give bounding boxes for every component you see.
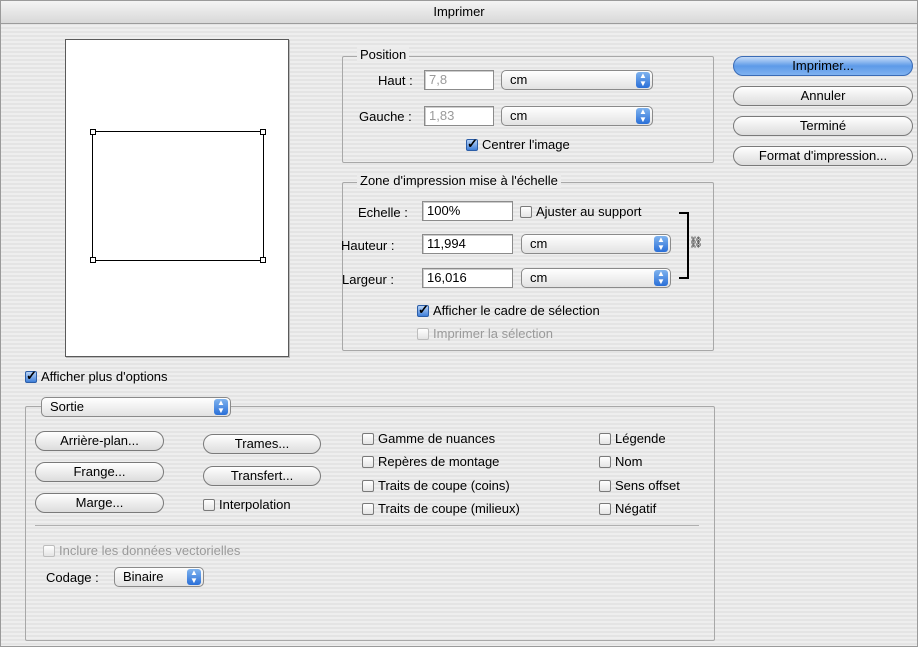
reperes-checkbox[interactable]: Repères de montage xyxy=(362,454,499,469)
divider xyxy=(35,525,699,526)
haut-field[interactable]: 7,8 xyxy=(424,70,494,90)
imprimer-selection-checkbox[interactable]: Imprimer la sélection xyxy=(417,326,553,341)
negatif-label: Négatif xyxy=(615,501,657,516)
checkbox-icon xyxy=(43,544,55,557)
largeur-field[interactable]: 16,016 xyxy=(422,268,513,288)
resize-handle[interactable] xyxy=(260,129,266,135)
echelle-label: Echelle : xyxy=(358,205,408,220)
checkbox-icon xyxy=(599,479,611,492)
traits-milieux-label: Traits de coupe (milieux) xyxy=(378,501,520,516)
resize-handle[interactable] xyxy=(260,257,266,263)
checkbox-icon xyxy=(362,455,374,468)
codage-value: Binaire xyxy=(123,569,164,584)
window-title: Imprimer xyxy=(1,1,917,24)
sortie-select[interactable]: Sortie ▲ ▼ xyxy=(41,397,231,417)
checkbox-icon xyxy=(203,498,215,511)
hauteur-unit-value: cm xyxy=(530,236,548,251)
termine-button[interactable]: Terminé xyxy=(733,116,913,136)
echelle-field[interactable]: 100% xyxy=(422,201,513,221)
checkbox-checked-icon xyxy=(466,136,478,152)
updown-arrows-icon: ▲ ▼ xyxy=(636,108,650,124)
zone-legend: Zone d'impression mise à l'échelle xyxy=(357,173,561,188)
updown-arrows-icon: ▲ ▼ xyxy=(214,399,228,415)
largeur-unit-value: cm xyxy=(530,270,548,285)
afficher-cadre-label: Afficher le cadre de sélection xyxy=(433,303,600,318)
traits-coins-label: Traits de coupe (coins) xyxy=(378,478,510,493)
marge-button[interactable]: Marge... xyxy=(35,493,164,513)
hauteur-unit-select[interactable]: cm ▲ ▼ xyxy=(521,234,671,254)
afficher-plus-options-checkbox[interactable]: Afficher plus d'options xyxy=(25,368,168,384)
proportion-bracket xyxy=(679,212,689,279)
checkbox-icon xyxy=(362,502,374,515)
codage-select[interactable]: Binaire ▲ ▼ xyxy=(114,567,204,587)
haut-unit-select[interactable]: cm ▲ ▼ xyxy=(501,70,653,90)
resize-handle[interactable] xyxy=(90,129,96,135)
sens-offset-checkbox[interactable]: Sens offset xyxy=(599,478,680,493)
checkbox-icon xyxy=(362,479,374,492)
arriere-plan-button[interactable]: Arrière-plan... xyxy=(35,431,164,451)
hauteur-label: Hauteur : xyxy=(341,238,395,253)
imprimer-selection-label: Imprimer la sélection xyxy=(433,326,553,341)
print-dialog: Imprimer Position Haut : 7,8 cm ▲ ▼ Gauch… xyxy=(0,0,918,647)
checkbox-icon xyxy=(599,432,611,445)
haut-unit-value: cm xyxy=(510,72,528,87)
sens-offset-label: Sens offset xyxy=(615,478,680,493)
checkbox-checked-icon xyxy=(417,302,429,318)
updown-arrows-icon: ▲ ▼ xyxy=(654,270,668,286)
resize-handle[interactable] xyxy=(90,257,96,263)
gamme-label: Gamme de nuances xyxy=(378,431,496,446)
chain-link-icon[interactable]: ⛓ xyxy=(689,237,703,249)
print-preview xyxy=(65,39,289,357)
checkbox-icon xyxy=(599,455,611,468)
updown-arrows-icon: ▲ ▼ xyxy=(654,236,668,252)
selection-frame[interactable] xyxy=(90,129,266,263)
imprimer-button[interactable]: Imprimer... xyxy=(733,56,913,76)
checkbox-icon xyxy=(599,502,611,515)
hauteur-field[interactable]: 11,994 xyxy=(422,234,513,254)
legende-checkbox[interactable]: Légende xyxy=(599,431,666,446)
largeur-unit-select[interactable]: cm ▲ ▼ xyxy=(521,268,671,288)
nom-checkbox[interactable]: Nom xyxy=(599,454,642,469)
nom-label: Nom xyxy=(615,454,643,469)
codage-label: Codage : xyxy=(46,570,99,585)
negatif-checkbox[interactable]: Négatif xyxy=(599,501,656,516)
haut-label: Haut : xyxy=(378,73,413,88)
inclure-vectorielles-label: Inclure les données vectorielles xyxy=(59,543,241,558)
interpolation-label: Interpolation xyxy=(219,497,291,512)
ajuster-label: Ajuster au support xyxy=(536,204,642,219)
gamme-checkbox[interactable]: Gamme de nuances xyxy=(362,431,495,446)
inclure-vectorielles-checkbox[interactable]: Inclure les données vectorielles xyxy=(43,543,240,558)
traits-milieux-checkbox[interactable]: Traits de coupe (milieux) xyxy=(362,501,520,516)
legende-label: Légende xyxy=(615,431,666,446)
annuler-button[interactable]: Annuler xyxy=(733,86,913,106)
ajuster-checkbox[interactable]: Ajuster au support xyxy=(520,204,642,219)
gauche-unit-value: cm xyxy=(510,108,528,123)
reperes-label: Repères de montage xyxy=(378,454,500,469)
transfert-button[interactable]: Transfert... xyxy=(203,466,321,486)
checkbox-icon xyxy=(362,432,374,445)
centrer-checkbox[interactable]: Centrer l'image xyxy=(466,136,570,152)
interpolation-checkbox[interactable]: Interpolation xyxy=(203,497,291,512)
afficher-plus-label: Afficher plus d'options xyxy=(41,369,168,384)
checkbox-icon xyxy=(417,327,429,340)
updown-arrows-icon: ▲ ▼ xyxy=(187,569,201,585)
format-impression-button[interactable]: Format d'impression... xyxy=(733,146,913,166)
centrer-label: Centrer l'image xyxy=(482,137,570,152)
sortie-value: Sortie xyxy=(50,399,84,414)
traits-coins-checkbox[interactable]: Traits de coupe (coins) xyxy=(362,478,510,493)
position-legend: Position xyxy=(357,47,410,62)
gauche-field[interactable]: 1,83 xyxy=(424,106,494,126)
trames-button[interactable]: Trames... xyxy=(203,434,321,454)
afficher-cadre-checkbox[interactable]: Afficher le cadre de sélection xyxy=(417,302,600,318)
frange-button[interactable]: Frange... xyxy=(35,462,164,482)
checkbox-icon xyxy=(520,205,532,218)
largeur-label: Largeur : xyxy=(342,272,395,287)
updown-arrows-icon: ▲ ▼ xyxy=(636,72,650,88)
gauche-label: Gauche : xyxy=(359,109,412,124)
checkbox-checked-icon xyxy=(25,368,37,384)
gauche-unit-select[interactable]: cm ▲ ▼ xyxy=(501,106,653,126)
